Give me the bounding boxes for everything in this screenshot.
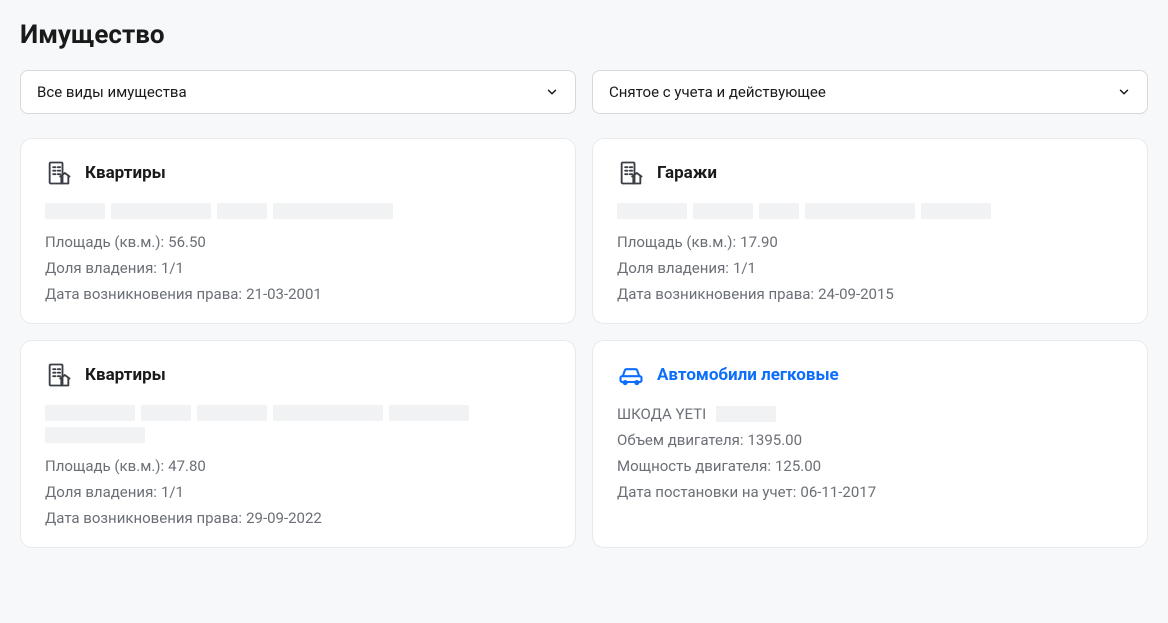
redacted-plate (716, 406, 776, 422)
card-header: Автомобили легковые (617, 361, 1123, 389)
building-icon (617, 159, 645, 187)
card-row-engine-volume: Объем двигателя: 1395.00 (617, 431, 1123, 449)
property-card[interactable]: Квартиры Площадь (кв.м.): 47.80 Доля вла… (20, 340, 576, 548)
building-icon (45, 361, 73, 389)
property-card[interactable]: Квартиры Площадь (кв.м.): 56.50 Доля вла… (20, 138, 576, 324)
card-row-right-date: Дата возникновения права: 21-03-2001 (45, 285, 551, 303)
card-row-vehicle: ШКОДА YETI (617, 405, 1123, 423)
card-row-share: Доля владения: 1/1 (45, 259, 551, 277)
card-title: Автомобили легковые (657, 365, 839, 385)
card-title: Квартиры (85, 365, 166, 385)
chevron-down-icon (545, 85, 559, 99)
property-status-dropdown[interactable]: Снятое с учета и действующее (592, 70, 1148, 114)
property-status-value: Снятое с учета и действующее (609, 83, 826, 101)
card-row-share: Доля владения: 1/1 (45, 483, 551, 501)
filters-row: Все виды имущества Снятое с учета и дейс… (20, 70, 1148, 114)
property-type-dropdown[interactable]: Все виды имущества (20, 70, 576, 114)
card-header: Квартиры (45, 159, 551, 187)
redacted-address (617, 203, 1123, 221)
chevron-down-icon (1117, 85, 1131, 99)
card-header: Гаражи (617, 159, 1123, 187)
card-row-area: Площадь (кв.м.): 47.80 (45, 457, 551, 475)
redacted-address (45, 203, 551, 221)
card-title: Квартиры (85, 163, 166, 183)
car-icon (617, 361, 645, 389)
card-header: Квартиры (45, 361, 551, 389)
card-row-area: Площадь (кв.м.): 17.90 (617, 233, 1123, 251)
card-row-power: Мощность двигателя: 125.00 (617, 457, 1123, 475)
page-title: Имущество (20, 20, 1148, 50)
card-title: Гаражи (657, 163, 717, 183)
property-type-value: Все виды имущества (37, 83, 187, 101)
card-row-right-date: Дата возникновения права: 24-09-2015 (617, 285, 1123, 303)
building-icon (45, 159, 73, 187)
property-card[interactable]: Автомобили легковые ШКОДА YETI Объем дви… (592, 340, 1148, 548)
card-row-share: Доля владения: 1/1 (617, 259, 1123, 277)
card-row-area: Площадь (кв.м.): 56.50 (45, 233, 551, 251)
redacted-address (45, 405, 551, 445)
card-row-reg-date: Дата постановки на учет: 06-11-2017 (617, 483, 1123, 501)
property-card[interactable]: Гаражи Площадь (кв.м.): 17.90 Доля владе… (592, 138, 1148, 324)
property-cards-grid: Квартиры Площадь (кв.м.): 56.50 Доля вла… (20, 138, 1148, 548)
card-row-right-date: Дата возникновения права: 29-09-2022 (45, 509, 551, 527)
